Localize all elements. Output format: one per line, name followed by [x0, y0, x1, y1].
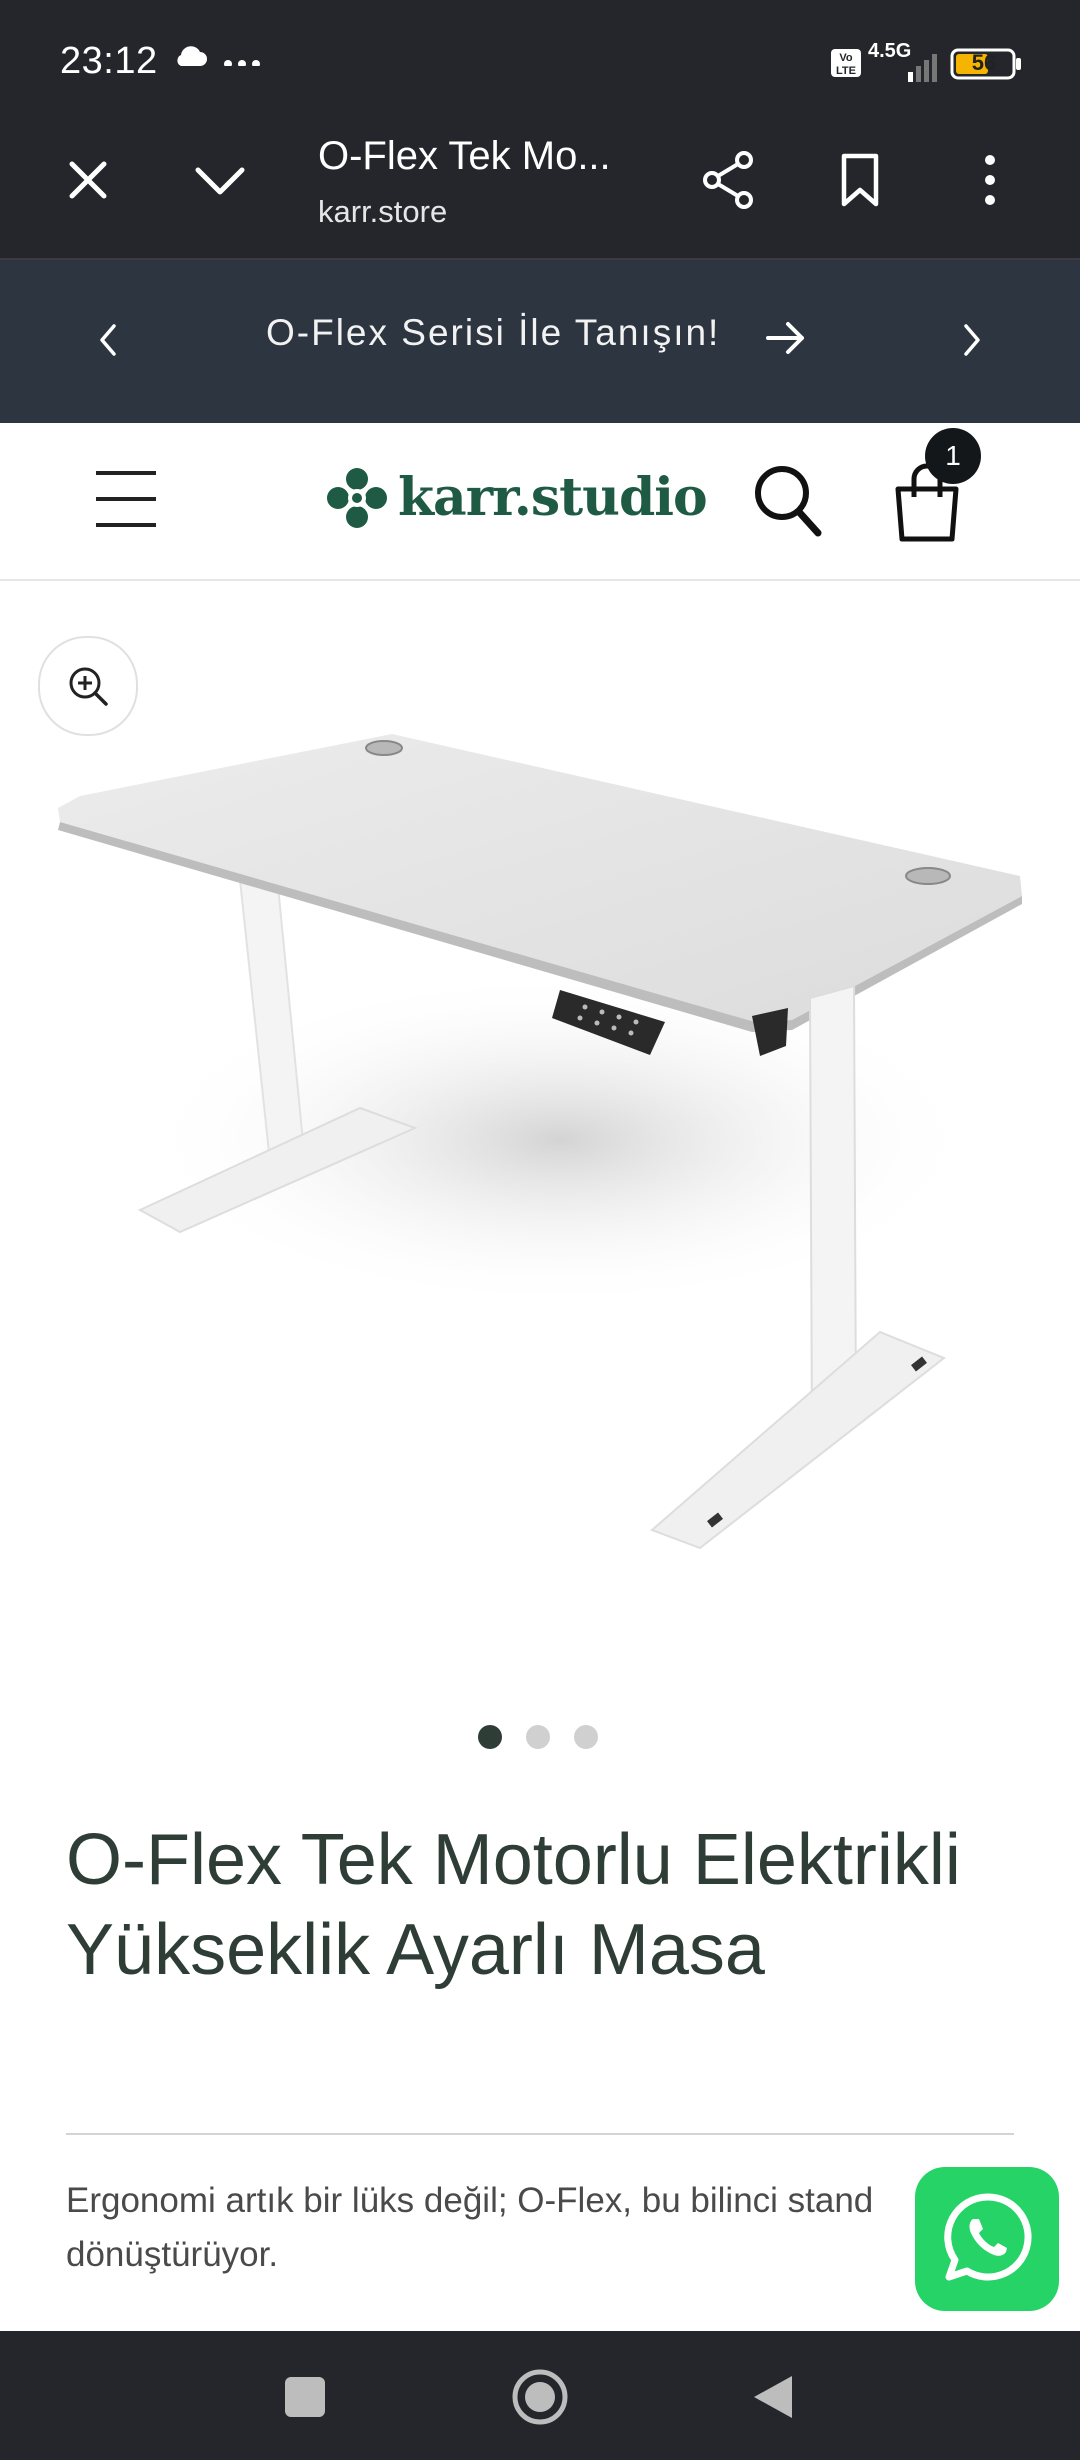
- battery-level: 56: [971, 50, 997, 75]
- announcement-banner: O-Flex Serisi İle Tanışın!: [0, 260, 1080, 423]
- product-image[interactable]: [0, 700, 1080, 1560]
- chevron-right-icon[interactable]: [960, 322, 984, 363]
- divider: [66, 2133, 1014, 2135]
- pagination-dot-1[interactable]: [478, 1725, 502, 1749]
- pagination-dot-2[interactable]: [526, 1725, 550, 1749]
- banner-link[interactable]: O-Flex Serisi İle Tanışın!: [266, 312, 720, 354]
- site-header: karr.studio 1: [0, 423, 1080, 581]
- pagination-dot-3[interactable]: [574, 1725, 598, 1749]
- page-title[interactable]: O-Flex Tek Mo...: [318, 134, 611, 179]
- product-description: Ergonomi artık bir lüks değil; O-Flex, b…: [66, 2181, 874, 2274]
- brand-logo-text[interactable]: karr.studio: [398, 467, 708, 528]
- more-dots-icon: [222, 36, 262, 75]
- hamburger-menu-icon[interactable]: [94, 469, 158, 534]
- whatsapp-icon: [939, 2189, 1037, 2292]
- cart-count-badge[interactable]: 1: [925, 428, 981, 484]
- share-icon[interactable]: [700, 150, 756, 215]
- recents-square-icon[interactable]: [284, 2376, 326, 2423]
- close-icon[interactable]: [64, 156, 112, 209]
- bookmark-icon[interactable]: [838, 152, 882, 213]
- logo-flower-icon[interactable]: [326, 467, 388, 534]
- status-time: 23:12: [60, 40, 158, 82]
- whatsapp-button[interactable]: [915, 2167, 1059, 2311]
- volte-icon: Vo LTE: [830, 48, 862, 83]
- chevron-down-icon[interactable]: [192, 160, 248, 205]
- back-triangle-icon[interactable]: [752, 2374, 794, 2425]
- kebab-menu-icon[interactable]: [978, 154, 1002, 211]
- status-bar: 23:12 Vo LTE 4.5G 56: [0, 0, 1080, 120]
- search-icon[interactable]: [752, 463, 824, 544]
- zoom-button[interactable]: [38, 636, 138, 736]
- svg-text:LTE: LTE: [836, 65, 856, 77]
- zoom-in-icon: [66, 664, 110, 713]
- product-title: O-Flex Tek Motorlu Elektrikli Yükseklik …: [66, 1820, 961, 1990]
- arrow-right-icon[interactable]: [764, 318, 808, 363]
- system-nav-bar: [0, 2331, 1080, 2460]
- browser-toolbar: O-Flex Tek Mo... karr.store: [0, 120, 1080, 260]
- page-url[interactable]: karr.store: [318, 194, 447, 230]
- svg-text:Vo: Vo: [839, 52, 853, 64]
- home-circle-icon[interactable]: [511, 2368, 569, 2431]
- cloud-icon: [172, 44, 208, 73]
- signal-icon: [868, 50, 940, 89]
- chevron-left-icon[interactable]: [96, 322, 120, 363]
